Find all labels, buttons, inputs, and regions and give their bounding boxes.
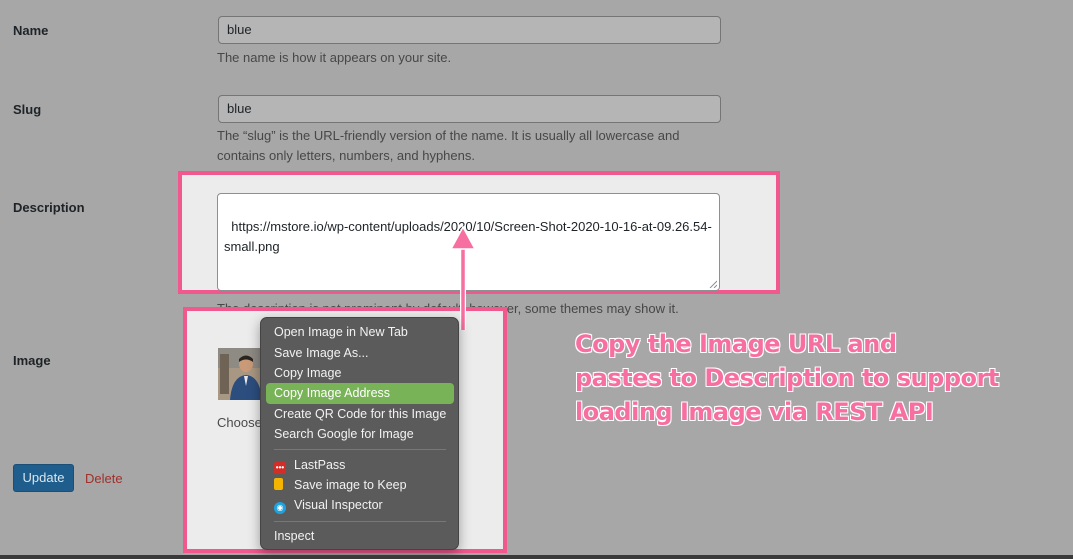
- menu-item-search-google-image[interactable]: Search Google for Image: [266, 424, 454, 445]
- menu-separator: [274, 521, 446, 522]
- resize-grip-icon[interactable]: [709, 280, 717, 288]
- name-label: Name: [13, 23, 49, 38]
- choose-image-text[interactable]: Choose: [217, 413, 262, 433]
- slug-help-text-line2: contains only letters, numbers, and hyph…: [217, 148, 475, 163]
- delete-link[interactable]: Delete: [85, 471, 123, 486]
- annotation-line-2: pastes to Description to support: [575, 364, 999, 392]
- name-input[interactable]: blue: [218, 16, 721, 44]
- image-label: Image: [13, 353, 51, 368]
- menu-item-label: Visual Inspector: [294, 498, 383, 512]
- menu-separator: [274, 449, 446, 450]
- menu-item-save-image-as[interactable]: Save Image As...: [266, 343, 454, 364]
- menu-item-create-qr-code[interactable]: Create QR Code for this Image: [266, 404, 454, 425]
- menu-item-label: LastPass: [294, 458, 346, 472]
- menu-item-open-image-new-tab[interactable]: Open Image in New Tab: [266, 322, 454, 343]
- description-label: Description: [13, 200, 85, 215]
- slug-input[interactable]: blue: [218, 95, 721, 123]
- visual-inspector-icon: ◉: [274, 502, 286, 514]
- menu-item-copy-image[interactable]: Copy Image: [266, 363, 454, 384]
- menu-item-visual-inspector[interactable]: ◉ Visual Inspector: [266, 495, 454, 516]
- keep-icon: [274, 478, 283, 490]
- name-help-text: The name is how it appears on your site.: [217, 50, 452, 65]
- context-menu: Open Image in New Tab Save Image As... C…: [260, 317, 459, 550]
- image-thumbnail[interactable]: [218, 348, 264, 400]
- annotation-line-1: Copy the Image URL and: [575, 330, 897, 358]
- annotation-callout: Copy the Image URL and pastes to Descrip…: [575, 327, 1055, 429]
- slug-label: Slug: [13, 102, 42, 117]
- menu-item-lastpass[interactable]: ••• LastPass: [266, 455, 454, 476]
- menu-item-copy-image-address[interactable]: Copy Image Address: [266, 383, 454, 404]
- lastpass-icon: •••: [274, 462, 286, 474]
- bottom-edge: [0, 555, 1073, 559]
- update-button[interactable]: Update: [13, 464, 74, 492]
- menu-item-inspect[interactable]: Inspect: [266, 526, 454, 547]
- menu-item-label: Save image to Keep: [294, 478, 407, 492]
- menu-item-save-to-keep[interactable]: Save image to Keep: [266, 475, 454, 496]
- slug-help-text-line1: The “slug” is the URL-friendly version o…: [217, 128, 680, 143]
- annotation-line-3: loading Image via REST API: [575, 398, 934, 426]
